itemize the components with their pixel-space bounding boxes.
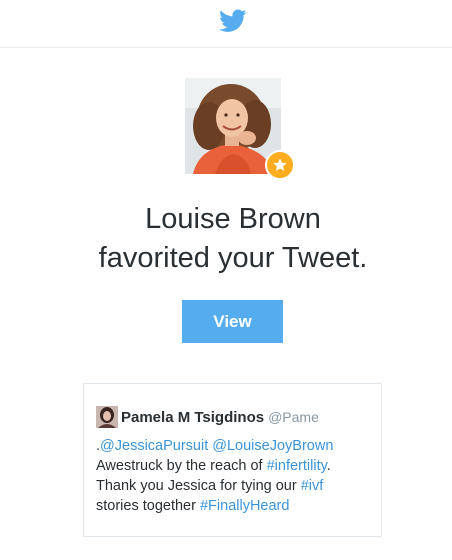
- notification-action-text: favorited your Tweet.: [98, 242, 368, 274]
- hashtag-link[interactable]: #ivf: [301, 478, 324, 494]
- tweet-author-row: Pamela M Tsigdinos @Pame: [96, 406, 319, 428]
- tweet-author-handle[interactable]: @Pame: [268, 409, 319, 425]
- tweet-text-segment: Awestruck by the reach of: [96, 458, 267, 474]
- favoriter-avatar-container: [185, 78, 295, 180]
- tweet-line-2: Awestruck by the reach of #infertility.: [96, 456, 376, 476]
- hashtag-link[interactable]: #FinallyHeard: [200, 498, 289, 514]
- tweet-text-segment: stories together: [96, 498, 200, 514]
- mention-link[interactable]: @JessicaPursuit: [100, 438, 208, 454]
- tweet-text: .@JessicaPursuit @LouiseJoyBrown Awestru…: [96, 436, 376, 516]
- hashtag-link[interactable]: #infertility: [267, 458, 327, 474]
- notification-headline: Louise Brown favorited your Tweet.: [0, 200, 452, 278]
- tweet-card[interactable]: Pamela M Tsigdinos @Pame .@JessicaPursui…: [83, 383, 382, 537]
- star-icon: [273, 158, 287, 171]
- mention-link[interactable]: @LouiseJoyBrown: [212, 438, 333, 454]
- tweet-line-4: stories together #FinallyHeard: [96, 496, 376, 516]
- view-button[interactable]: View: [182, 300, 283, 343]
- twitter-bird-icon[interactable]: [219, 9, 247, 33]
- favoriter-name: Louise Brown: [145, 203, 321, 235]
- tweet-text-segment: Thank you Jessica for tying our: [96, 478, 301, 494]
- tweet-text-segment: .: [326, 458, 331, 474]
- email-header: [0, 0, 452, 48]
- tweet-author-name[interactable]: Pamela M Tsigdinos: [121, 409, 264, 426]
- tweet-line-3: Thank you Jessica for tying our #ivf: [96, 476, 376, 496]
- tweet-line-1: .@JessicaPursuit @LouiseJoyBrown: [96, 436, 376, 456]
- favorite-star-badge: [265, 150, 295, 180]
- tweet-author-avatar[interactable]: [96, 406, 118, 428]
